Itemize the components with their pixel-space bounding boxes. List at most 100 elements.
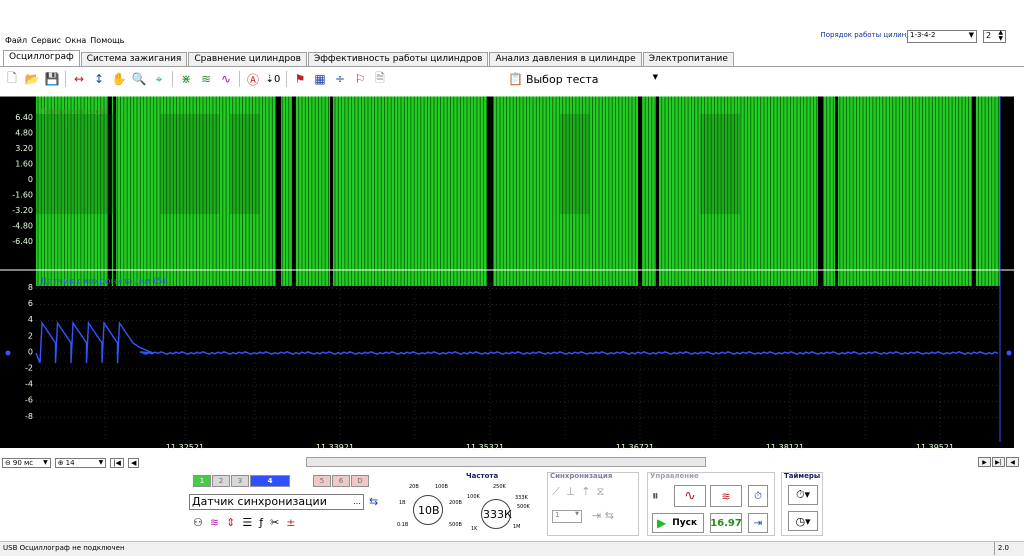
tab-divider [0,66,1024,67]
prev-page-icon[interactable]: ◀ [127,457,140,468]
start-button[interactable]: ▶ Пуск [652,513,704,533]
next-page-icon[interactable]: ▶ [978,457,991,467]
upper-wave-gap [276,96,281,286]
channel-1-button[interactable]: 1 [193,475,211,487]
split-icon[interactable]: ÷ [331,70,349,88]
horizontal-zoom-icon[interactable]: ↔ [70,70,88,88]
channel-3-button[interactable]: 3 [231,475,249,487]
menu-windows[interactable]: Окна [65,36,86,48]
first-page-icon[interactable]: |◀ [110,457,124,468]
upper-wave-gap [818,96,823,286]
chevron-down-icon: ▼ [43,459,48,466]
toolbar-separator [172,71,173,87]
voltage-tick: 0.1В [397,522,409,528]
vertical-zoom-icon[interactable]: ↕ [90,70,108,88]
spin-arrows-icon: ▲ ▼ [998,29,1003,42]
menu-help[interactable]: Помощь [90,36,124,48]
freq-tick: 500K [517,504,530,510]
horizontal-scrollbar[interactable] [306,457,706,467]
lower-y-tick: -8 [25,412,33,421]
lines-icon[interactable]: ☰ [242,516,252,529]
step-button[interactable]: ⇥ [748,513,768,533]
tab-cylinder-efficiency[interactable]: Эффективность работы цилиндров [307,52,489,66]
clock-icon: ⏱ [754,490,762,502]
tools-icon[interactable]: ✂ [270,516,279,529]
filter-icon[interactable]: ⋇ [177,70,195,88]
frequency-title: Частота [466,472,499,480]
status-bar: USB Осциллограф не подключен 2.0 [0,541,1024,556]
wave-filter-icon[interactable]: ≋ [197,70,215,88]
channel-4-button[interactable]: 4 [250,475,290,487]
probe-icon[interactable]: ⚇ [193,516,203,529]
tab-bar: Осциллограф Система зажигания Сравнение … [3,50,735,67]
sync-mode-icon[interactable]: ⧖ [597,485,605,499]
invert-icon[interactable]: ⇕ [226,516,235,529]
pause-icon[interactable]: ⏸ [652,489,659,504]
channel-5-button[interactable]: 5 [313,475,331,487]
falling-edge-icon[interactable]: ⊥ [566,485,576,499]
oscilloscope-canvas[interactable]: 6.40 4.80 3.20 1.60 0 -1.60 -3.20 -4.80 -6.40 Пер… [0,94,1024,456]
last-page-icon[interactable]: ▶| [992,457,1005,467]
tab-cylinder-compare[interactable]: Сравнение цилиндров [188,52,307,66]
magnifier-icon[interactable]: 🔍 [130,70,148,88]
tab-ignition[interactable]: Система зажигания [80,52,188,66]
frequency-area: Частота 250K 100K 333K 500K 1M 1K 333К [463,470,541,536]
zoom-select[interactable]: ⊕ 14 ▼ [54,457,107,468]
test-select-label: Выбор теста [525,72,599,86]
tab-pressure-analysis[interactable]: Анализ давления в цилиндре [489,52,642,66]
freq-tick: 100K [467,494,480,500]
channel-6-button[interactable]: 6 [332,475,350,487]
frequency-value: 333К [483,508,512,521]
channel-2-button[interactable]: 2 [212,475,230,487]
function-icon[interactable]: ƒ [259,516,263,529]
save-icon[interactable]: 💾 [43,70,61,88]
overlay-icon[interactable]: ∿ [217,70,235,88]
lower-y-tick: 4 [28,315,33,324]
upper-y-tick: -3.20 [12,206,33,215]
timebase-select[interactable]: ⊖ 90 мс ▼ [2,457,51,468]
marker-icon[interactable]: ⚑ [291,70,309,88]
voltage-tick: 1В [399,500,406,506]
timer-2-button[interactable]: ◷▾ [788,511,818,531]
zero-icon[interactable]: ⇣0 [264,70,282,88]
sine-mode-button[interactable]: ∿ [674,485,706,507]
grid-icon[interactable]: ▦ [311,70,329,88]
oscilloscope-view[interactable]: 6.40 4.80 3.20 1.60 0 -1.60 -3.20 -4.80 -6.40 Пер… [0,94,1024,456]
upper-wave-gap [292,96,296,286]
sensor-select[interactable]: Датчик синхронизации … [189,494,364,510]
sync-up-icon[interactable]: ⇡ [581,485,590,499]
math-icon[interactable]: ± [286,516,295,529]
upper-y-tick: 3.20 [15,144,33,153]
menu-file[interactable]: Файл [5,36,27,48]
cylinder-count-spinner[interactable]: 2 ▲ ▼ [983,30,1006,43]
rising-edge-icon[interactable]: ⟋ [552,485,560,499]
sync-channel-select[interactable]: 1 ▼ [552,510,582,523]
open-folder-icon[interactable]: 📂 [23,70,41,88]
tab-oscilloscope[interactable]: Осциллограф [3,50,80,66]
voltage-tick: 20В [409,484,419,490]
document-icon[interactable]: 🗎 [371,70,389,88]
apply-icon[interactable]: ⇆ [369,495,378,508]
menu-service[interactable]: Сервис [31,36,61,48]
auto-scale-icon[interactable]: Ⓐ [244,70,262,88]
end-icon[interactable]: ◀ [1006,457,1019,467]
sync-offset-icon[interactable]: ⇥ ⇆ [592,509,614,522]
upper-y-tick: 6.40 [15,113,33,122]
wave-icon[interactable]: ≋ [210,516,219,529]
channel-d-button[interactable]: D [351,475,369,487]
flag-icon[interactable]: ⚐ [351,70,369,88]
cursor-icon[interactable]: ⌖ [150,70,168,88]
noise-mode-button[interactable]: ≋ [710,485,742,507]
timer-1-button[interactable]: ⏱▾ [788,485,818,505]
auto-timer-button[interactable]: ⏱ [748,485,768,507]
new-file-icon[interactable]: 🗋 [3,70,21,88]
timers-title: Таймеры [784,472,821,480]
connection-status: USB Осциллограф не подключен [3,544,125,552]
cylinder-order-value: 1-3-4-2 [910,31,936,39]
start-label: Пуск [672,518,698,528]
tab-power[interactable]: Электропитание [642,52,734,66]
test-select[interactable]: 📋 Выбор теста ▼ [508,71,660,87]
lower-channel-title: Датчик синхронизации (5) [40,277,166,287]
hand-pan-icon[interactable]: ✋ [110,70,128,88]
cylinder-order-select[interactable]: 1-3-4-2 ▼ [907,30,977,43]
